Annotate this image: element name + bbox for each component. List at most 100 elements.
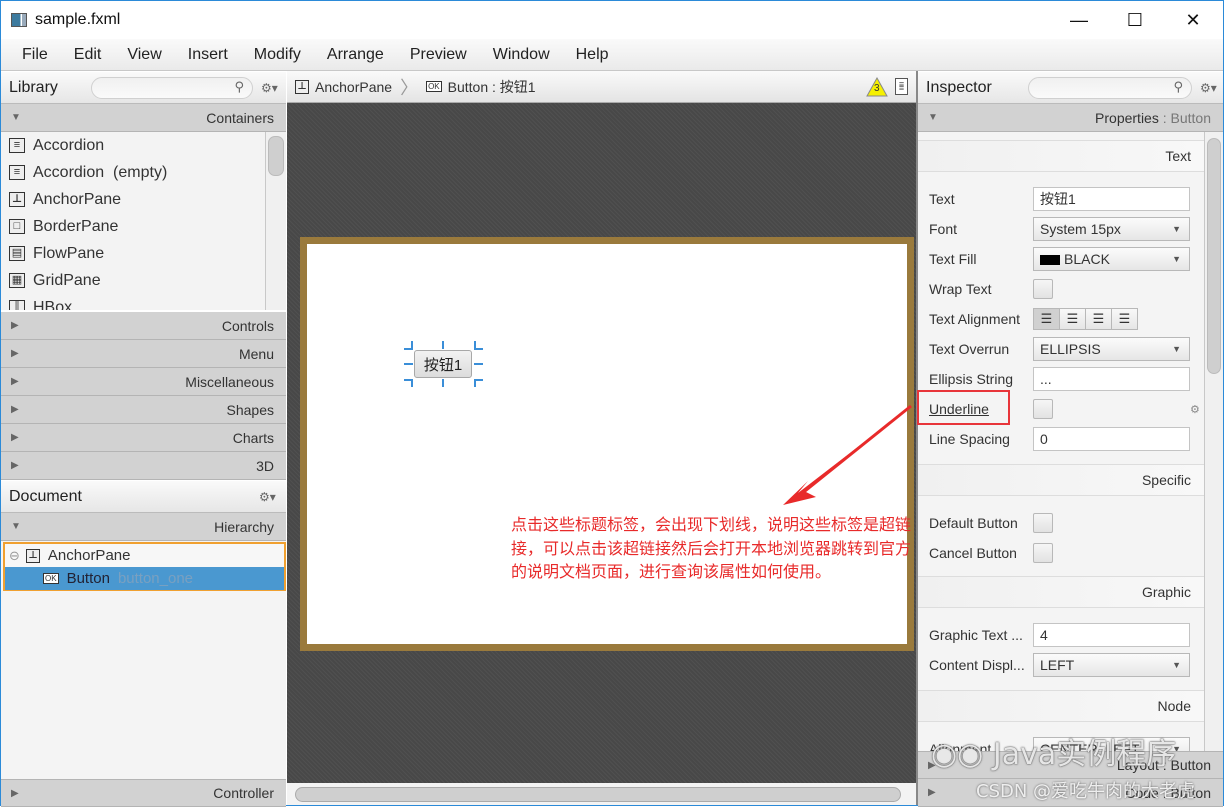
- collapsed-arrow-icon: ▶: [11, 460, 19, 471]
- search-icon: ⚲: [234, 79, 244, 94]
- breadcrumb-anchorpane[interactable]: AnchorPane: [315, 79, 392, 95]
- underline-highlight-box: [917, 390, 1010, 425]
- menu-modify[interactable]: Modify: [241, 46, 314, 64]
- align-justify-button[interactable]: ☰: [1111, 308, 1138, 330]
- library-item[interactable]: ⊥ AnchorPane: [1, 186, 286, 213]
- underline-checkbox[interactable]: [1033, 399, 1053, 419]
- chevron-down-icon: ▼: [1172, 254, 1181, 264]
- scrollbar-thumb[interactable]: [268, 136, 284, 176]
- section-3d[interactable]: ▶ 3D: [1, 452, 286, 480]
- document-settings-gear-icon[interactable]: ⚙▾: [259, 490, 276, 504]
- section-controls[interactable]: ▶ Controls: [1, 312, 286, 340]
- menu-edit[interactable]: Edit: [61, 46, 115, 64]
- selection-handle[interactable]: [411, 341, 413, 349]
- menu-help[interactable]: Help: [563, 46, 622, 64]
- section-charts[interactable]: ▶ Charts: [1, 424, 286, 452]
- search-icon: ⚲: [1173, 79, 1183, 94]
- subsection-text: Text: [918, 140, 1205, 172]
- borderpane-icon: □: [9, 219, 25, 234]
- menu-window[interactable]: Window: [480, 46, 563, 64]
- font-combo[interactable]: System 15px ▼: [1033, 217, 1190, 241]
- menu-file[interactable]: File: [9, 46, 61, 64]
- align-left-button[interactable]: ☰: [1033, 308, 1060, 330]
- expand-arrow-icon: ▼: [11, 521, 21, 532]
- collapsed-arrow-icon: ▶: [11, 404, 19, 415]
- scrollbar-thumb[interactable]: [295, 787, 901, 802]
- align-right-button[interactable]: ☰: [1085, 308, 1112, 330]
- breadcrumb-button[interactable]: Button : 按钮1: [448, 77, 536, 97]
- library-item[interactable]: ▦ GridPane: [1, 267, 286, 294]
- section-miscellaneous[interactable]: ▶ Miscellaneous: [1, 368, 286, 396]
- wrap-text-checkbox[interactable]: [1033, 279, 1053, 299]
- prop-line-spacing: Line Spacing 0: [918, 424, 1205, 454]
- selection-handle[interactable]: [442, 379, 444, 387]
- collapsed-arrow-icon: ▶: [11, 376, 19, 387]
- collapsed-arrow-icon: ▶: [11, 432, 19, 443]
- inspector-settings-gear-icon[interactable]: ⚙▾: [1200, 81, 1217, 95]
- tree-item-anchorpane[interactable]: ⊖ ⊥ AnchorPane: [5, 544, 284, 567]
- selection-handle[interactable]: [404, 363, 413, 365]
- menu-arrange[interactable]: Arrange: [314, 46, 397, 64]
- section-shapes[interactable]: ▶ Shapes: [1, 396, 286, 424]
- prop-font: Font System 15px ▼: [918, 214, 1205, 244]
- document-header: Document ⚙▾: [1, 481, 286, 513]
- selection-handle[interactable]: [474, 363, 483, 365]
- library-item[interactable]: □ BorderPane: [1, 213, 286, 240]
- anchor-icon: ⊥: [295, 79, 309, 94]
- ellipsis-string-field[interactable]: ...: [1033, 367, 1190, 391]
- library-settings-gear-icon[interactable]: ⚙▾: [261, 81, 278, 95]
- menu-view[interactable]: View: [114, 46, 174, 64]
- gear-icon[interactable]: ⚙: [1190, 403, 1200, 416]
- document-icon[interactable]: ≡ ≡: [895, 78, 908, 95]
- expand-arrow-icon: ▼: [928, 112, 938, 123]
- cancel-button-checkbox[interactable]: [1033, 543, 1053, 563]
- text-overrun-combo[interactable]: ELLIPSIS ▼: [1033, 337, 1190, 361]
- section-properties[interactable]: ▼ Properties : Button: [918, 104, 1223, 132]
- library-item[interactable]: ≡ Accordion: [1, 132, 286, 159]
- inspector-search-input[interactable]: ⚲: [1028, 77, 1192, 99]
- selection-handle[interactable]: [442, 341, 444, 349]
- selection-handle[interactable]: [474, 341, 476, 349]
- line-spacing-field[interactable]: 0: [1033, 427, 1190, 451]
- expand-arrow-icon: ▼: [11, 112, 21, 123]
- text-field[interactable]: 按钮1: [1033, 187, 1190, 211]
- hierarchy-tree: ⊖ ⊥ AnchorPane OK Button button_one: [3, 542, 286, 591]
- chevron-down-icon: ▼: [1172, 344, 1181, 354]
- text-fill-combo[interactable]: BLACK ▼: [1033, 247, 1190, 271]
- section-controller[interactable]: ▶ Controller: [1, 779, 286, 807]
- maximize-button[interactable]: ☐: [1107, 1, 1163, 39]
- section-containers[interactable]: ▼ Containers: [1, 104, 286, 132]
- anchor-icon: ⊥: [25, 548, 40, 563]
- inspector-scrollbar[interactable]: [1204, 132, 1223, 752]
- minimize-button[interactable]: —: [1051, 1, 1107, 39]
- graphic-text-gap-field[interactable]: 4: [1033, 623, 1190, 647]
- color-swatch: [1040, 255, 1060, 266]
- section-menu[interactable]: ▶ Menu: [1, 340, 286, 368]
- align-center-button[interactable]: ☰: [1059, 308, 1086, 330]
- canvas-horizontal-scrollbar[interactable]: [287, 783, 917, 805]
- library-item[interactable]: ▤ FlowPane: [1, 240, 286, 267]
- selection-handle[interactable]: [411, 379, 413, 387]
- menu-preview[interactable]: Preview: [397, 46, 480, 64]
- library-item[interactable]: ≡ Accordion (empty): [1, 159, 286, 186]
- prop-content-display: Content Displ... LEFT ▼: [918, 650, 1205, 680]
- library-scrollbar[interactable]: [265, 132, 286, 310]
- section-hierarchy[interactable]: ▼ Hierarchy: [1, 513, 286, 541]
- chevron-down-icon: ▼: [1172, 660, 1181, 670]
- watermark-csdn: CSDN @爱吃牛肉的大老虎: [976, 781, 1196, 802]
- library-item[interactable]: ║ HBox: [1, 294, 286, 310]
- menu-insert[interactable]: Insert: [175, 46, 241, 64]
- tree-item-button[interactable]: OK Button button_one: [5, 567, 284, 590]
- canvas-button[interactable]: 按钮1: [414, 350, 472, 378]
- collapsed-arrow-icon: ▶: [928, 787, 936, 798]
- warning-icon[interactable]: 3: [866, 76, 888, 97]
- content-display-combo[interactable]: LEFT ▼: [1033, 653, 1190, 677]
- scrollbar-thumb[interactable]: [1207, 138, 1221, 374]
- flowpane-icon: ▤: [9, 246, 25, 261]
- library-search-input[interactable]: ⚲: [91, 77, 253, 99]
- close-button[interactable]: ✕: [1165, 1, 1221, 39]
- default-button-checkbox[interactable]: [1033, 513, 1053, 533]
- selection-handle[interactable]: [474, 379, 476, 387]
- collapse-icon[interactable]: ⊖: [9, 548, 20, 564]
- title-bar: sample.fxml — ☐ ✕: [1, 1, 1223, 39]
